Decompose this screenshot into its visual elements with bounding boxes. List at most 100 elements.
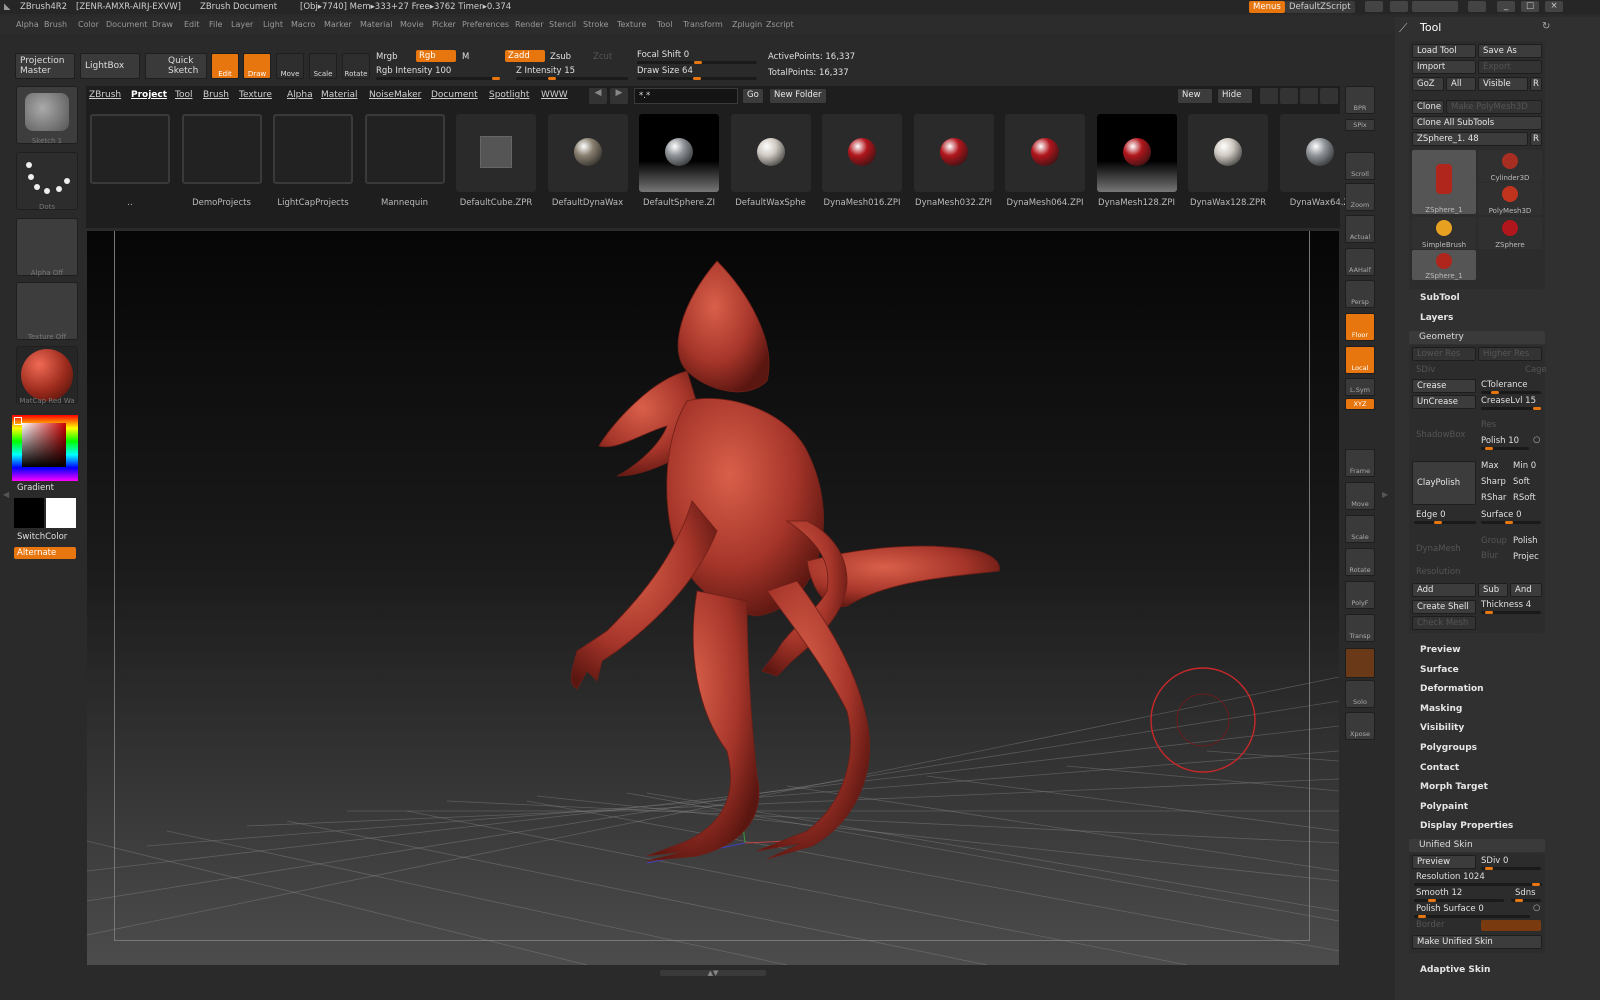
view-details-icon[interactable] — [1320, 88, 1338, 104]
draw-button[interactable]: Draw — [243, 53, 271, 79]
dots-stroke-button[interactable]: Dots — [16, 152, 78, 211]
focal-shift-track[interactable] — [637, 61, 757, 64]
us-sdns-track[interactable] — [1511, 899, 1541, 902]
shelf-rotate-icon[interactable] — [1345, 428, 1375, 442]
menu-edit[interactable]: Edit — [184, 20, 200, 29]
edit-button[interactable]: Edit — [211, 53, 239, 79]
mrgb-button[interactable]: Mrgb — [376, 52, 397, 62]
export-button[interactable]: Export — [1478, 60, 1542, 74]
section-morph-target[interactable]: Morph Target — [1420, 782, 1488, 792]
us-sdns-slider[interactable]: Sdns — [1515, 888, 1536, 898]
color-square[interactable] — [22, 423, 66, 467]
shelf-rotate-button[interactable]: Rotate — [1345, 548, 1375, 576]
tool-thumbnail[interactable]: Cylinder3D — [1478, 150, 1542, 182]
lightbox-tab-project[interactable]: Project — [131, 90, 167, 100]
shelf-xpose-button[interactable]: Xpose — [1345, 712, 1375, 740]
shelf-spix-button[interactable]: SPix — [1345, 119, 1375, 131]
shelf-blank-button[interactable] — [1345, 648, 1375, 678]
us-sdiv-track[interactable] — [1481, 867, 1541, 870]
menu-light[interactable]: Light — [263, 20, 283, 29]
shelf-rotate-icon[interactable] — [1345, 414, 1375, 428]
sdiv-slider[interactable]: SDiv — [1416, 365, 1435, 375]
switchcolor-button[interactable]: SwitchColor — [17, 532, 67, 542]
us-resolution-track[interactable] — [1414, 883, 1542, 886]
edge-track[interactable] — [1414, 521, 1476, 524]
all-button[interactable]: All — [1446, 77, 1476, 91]
cage-button[interactable]: Cage — [1525, 365, 1547, 375]
clone-all-subtools-button[interactable]: Clone All SubTools — [1412, 116, 1542, 130]
lightbox-button[interactable]: LightBox — [80, 53, 140, 79]
menu-render[interactable]: Render — [515, 20, 543, 29]
new-folder-button[interactable]: New Folder — [769, 88, 827, 104]
visible-button[interactable]: Visible — [1478, 77, 1528, 91]
shelf-xyz-button[interactable]: XYZ — [1345, 398, 1375, 410]
tool-thumbnail[interactable]: PolyMesh3D — [1478, 183, 1542, 215]
next-arrow-icon[interactable]: ▶ — [610, 88, 628, 104]
menu-alpha[interactable]: Alpha — [16, 20, 39, 29]
draw-size-track[interactable] — [637, 77, 757, 80]
menu-draw[interactable]: Draw — [152, 20, 173, 29]
shelf-floor-button[interactable]: Floor — [1345, 313, 1375, 341]
shelf-scroll-button[interactable]: Scroll — [1345, 152, 1375, 180]
import-button[interactable]: Import — [1412, 60, 1476, 74]
current-tool-slider[interactable]: ZSphere_1. 48 — [1412, 132, 1528, 146]
blur-slider[interactable]: Blur — [1481, 551, 1498, 561]
shelf-local-button[interactable]: Local — [1345, 346, 1375, 374]
edge-slider[interactable]: Edge 0 — [1416, 510, 1446, 520]
shelf-bpr-button[interactable]: BPR — [1345, 86, 1375, 114]
menu-picker[interactable]: Picker — [432, 20, 456, 29]
z-intensity-slider[interactable]: Z Intensity 15 — [516, 66, 575, 76]
move-button[interactable]: Move — [276, 53, 304, 79]
rsoft-slider[interactable]: RSoft — [1513, 493, 1536, 503]
hide-button[interactable]: Hide — [1217, 88, 1253, 104]
stroke-thumbnail[interactable]: Sketch 1 — [16, 86, 78, 145]
shelf-lsym-button[interactable]: L.Sym — [1345, 378, 1375, 396]
subtool-section[interactable]: SubTool — [1420, 293, 1460, 303]
pin-icon[interactable]: ⟋ — [1399, 21, 1407, 36]
shelf-scale-button[interactable]: Scale — [1345, 515, 1375, 543]
canvas-viewport[interactable] — [87, 231, 1339, 965]
alternate-button[interactable]: Alternate — [14, 547, 76, 559]
us-resolution-slider[interactable]: Resolution 1024 — [1416, 872, 1485, 882]
menu-stroke[interactable]: Stroke — [583, 20, 609, 29]
current-tool-r-button[interactable]: R — [1530, 132, 1542, 146]
zsub-button[interactable]: Zsub — [550, 52, 571, 62]
refresh-icon[interactable]: ↻ — [1542, 21, 1550, 32]
default-zscript-button[interactable]: DefaultZScript — [1285, 1, 1355, 13]
lightbox-tab-alpha[interactable]: Alpha — [287, 90, 313, 100]
us-sdiv-slider[interactable]: SDiv 0 — [1481, 856, 1508, 866]
sub-button[interactable]: Sub — [1478, 583, 1508, 597]
shadowbox-button[interactable]: ShadowBox — [1416, 430, 1465, 440]
go-button[interactable]: Go — [742, 88, 764, 104]
us-smooth-slider[interactable]: Smooth 12 — [1416, 888, 1462, 898]
lightbox-tab-spotlight[interactable]: Spotlight — [489, 90, 529, 100]
save-as-button[interactable]: Save As — [1478, 44, 1542, 58]
zadd-button[interactable]: Zadd — [505, 50, 545, 62]
lightbox-tab-texture[interactable]: Texture — [239, 90, 272, 100]
tool-thumbnail[interactable]: ZSphere_1 — [1412, 250, 1476, 280]
lightbox-item[interactable]: .. — [90, 114, 170, 208]
section-masking[interactable]: Masking — [1420, 704, 1462, 714]
maximize-icon[interactable]: □ — [1521, 1, 1539, 12]
clone-button[interactable]: Clone — [1412, 100, 1444, 114]
lightbox-item[interactable]: DemoProjects — [181, 114, 262, 208]
menu-tool[interactable]: Tool — [657, 20, 673, 29]
creaselvl-slider[interactable]: CreaseLvl 15 — [1481, 396, 1536, 406]
shelf-aahalf-button[interactable]: AAHalf — [1345, 248, 1375, 276]
projection-master-button[interactable]: Projection Master — [15, 53, 75, 79]
res-slider[interactable]: Res — [1481, 420, 1496, 430]
section-display-properties[interactable]: Display Properties — [1420, 821, 1513, 831]
menu-texture[interactable]: Texture — [617, 20, 646, 29]
polish-slider[interactable]: Polish 10 — [1481, 436, 1519, 446]
shelf-move-button[interactable]: Move — [1345, 482, 1375, 510]
menu-transform[interactable]: Transform — [683, 20, 723, 29]
draw-size-slider[interactable]: Draw Size 64 — [637, 66, 693, 76]
lightbox-tab-material[interactable]: Material — [321, 90, 358, 100]
goz-button[interactable]: GoZ — [1412, 77, 1444, 91]
geometry-header[interactable]: Geometry — [1409, 331, 1545, 344]
lightbox-tab-brush[interactable]: Brush — [203, 90, 229, 100]
unified-skin-header[interactable]: Unified Skin — [1409, 839, 1545, 852]
create-shell-button[interactable]: Create Shell — [1412, 600, 1476, 614]
lightbox-tab-zbrush[interactable]: ZBrush — [89, 90, 121, 100]
lightbox-tab-tool[interactable]: Tool — [175, 90, 192, 100]
